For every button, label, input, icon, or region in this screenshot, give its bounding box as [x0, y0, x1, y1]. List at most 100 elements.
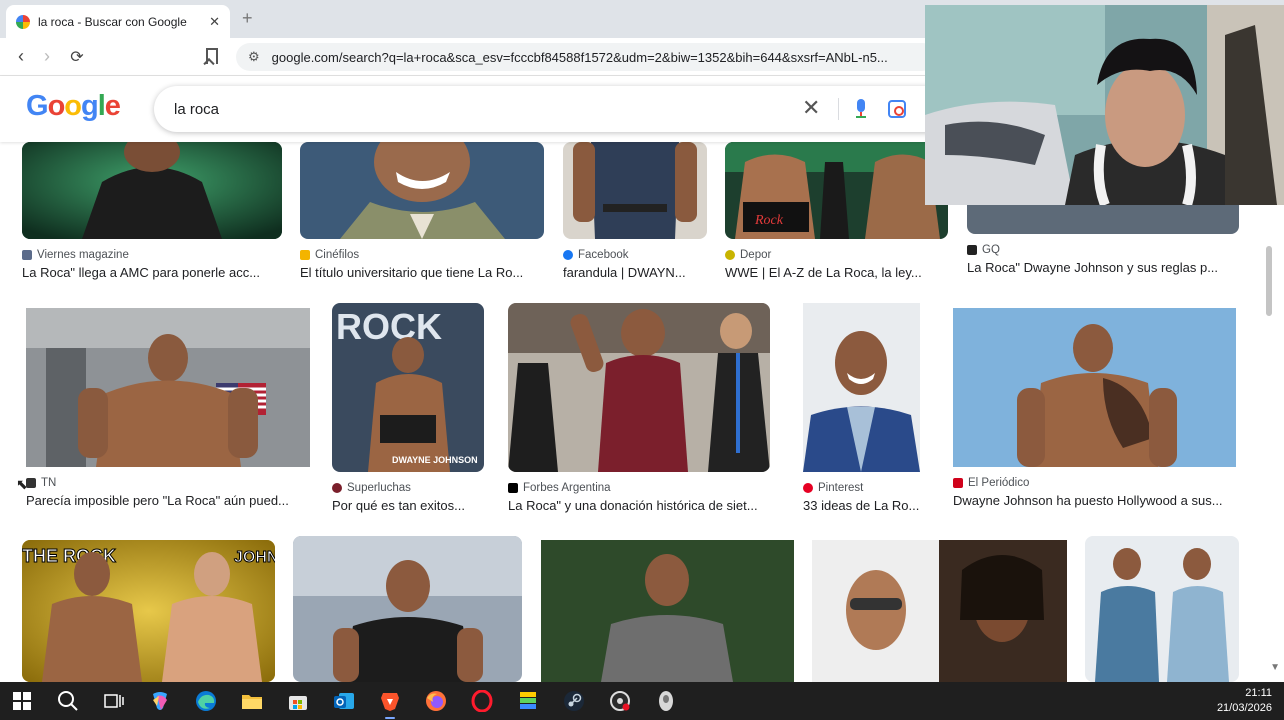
google-lens-icon[interactable]: [888, 100, 906, 118]
brave-browser-icon[interactable]: [376, 687, 404, 719]
result-image[interactable]: [300, 142, 544, 239]
windows-taskbar: 21:11 21/03/2026: [0, 682, 1284, 720]
screen: la roca - Buscar con Google ✕ + ‹ › ⟳ ⚙ …: [0, 0, 1284, 720]
source-favicon-icon: [953, 478, 963, 488]
source-favicon-icon: [300, 250, 310, 260]
scroll-down-arrow-icon[interactable]: ▼: [1270, 662, 1280, 673]
media-app-icon[interactable]: [652, 687, 680, 715]
edge-browser-icon[interactable]: [192, 687, 220, 715]
result-caption[interactable]: El título universitario que tiene La Ro.…: [300, 265, 544, 280]
source-favicon-icon: [563, 250, 573, 260]
image-result[interactable]: Forbes Argentina La Roca" y una donación…: [508, 303, 770, 513]
address-bar[interactable]: ⚙ google.com/search?q=la+roca&sca_esv=fc…: [236, 43, 936, 71]
result-image[interactable]: [803, 303, 920, 472]
dwayne-johnson-text: DWAYNE JOHNSON: [392, 455, 478, 465]
result-source: GQ: [982, 244, 1000, 256]
task-view-icon[interactable]: [100, 687, 128, 715]
search-divider: [838, 98, 839, 120]
clock-date: 21/03/2026: [1216, 702, 1272, 714]
result-caption[interactable]: Dwayne Johnson ha puesto Hollywood a sus…: [953, 493, 1236, 508]
result-source: Viernes magazine: [37, 249, 129, 261]
result-caption[interactable]: La Roca" Dwayne Johnson y sus reglas p..…: [967, 260, 1239, 275]
image-result[interactable]: Cinéfilos El título universitario que ti…: [300, 142, 544, 280]
source-favicon-icon: [508, 483, 518, 493]
image-results-grid: Viernes magazine La Roca" llega a AMC pa…: [0, 142, 1284, 682]
result-image[interactable]: [293, 536, 522, 682]
result-image[interactable]: [22, 142, 282, 239]
john-cena-text: JOHN CENA: [234, 549, 275, 566]
image-result[interactable]: [293, 536, 522, 682]
image-result[interactable]: Pinterest 33 ideas de La Ro...: [803, 303, 920, 513]
image-result[interactable]: Rock Depor WWE | El A-Z de La Roca, la l…: [725, 142, 948, 280]
result-caption[interactable]: Parecía imposible pero "La Roca" aún pue…: [26, 493, 310, 508]
obs-record-icon[interactable]: [606, 687, 634, 715]
search-input[interactable]: [174, 98, 774, 120]
google-favicon-icon: [16, 14, 30, 29]
result-image[interactable]: THE ROCK JOHN CENA: [22, 540, 275, 682]
source-favicon-icon: [803, 483, 813, 493]
image-result[interactable]: El Periódico Dwayne Johnson ha puesto Ho…: [953, 308, 1236, 508]
image-result[interactable]: THE ROCK JOHN CENA: [22, 540, 275, 682]
result-image[interactable]: [812, 540, 1067, 682]
result-caption[interactable]: 33 ideas de La Ro...: [803, 498, 920, 513]
result-image[interactable]: [563, 142, 707, 239]
result-image[interactable]: [1085, 536, 1239, 682]
result-image[interactable]: ROCK DWAYNE JOHNSON: [332, 303, 484, 472]
image-result[interactable]: [812, 540, 1067, 682]
reload-icon[interactable]: ⟳: [66, 47, 88, 67]
result-source: El Periódico: [968, 477, 1030, 489]
image-result[interactable]: [541, 540, 794, 682]
steam-icon[interactable]: [560, 687, 588, 715]
source-favicon-icon: [725, 250, 735, 260]
close-tab-icon[interactable]: ✕: [209, 14, 220, 30]
result-source: Facebook: [578, 249, 629, 261]
result-image[interactable]: [26, 308, 310, 467]
result-image[interactable]: Rock: [725, 142, 948, 239]
result-source: Superluchas: [347, 482, 411, 494]
bluestacks-icon[interactable]: [514, 687, 542, 715]
windows-start-icon[interactable]: [8, 687, 36, 715]
result-caption[interactable]: Por qué es tan exitos...: [332, 498, 484, 513]
image-result[interactable]: Viernes magazine La Roca" llega a AMC pa…: [22, 142, 282, 280]
result-caption[interactable]: farandula | DWAYN...: [563, 265, 707, 280]
opera-icon[interactable]: [468, 687, 496, 715]
back-arrow-icon[interactable]: ‹: [10, 46, 32, 67]
image-result[interactable]: Facebook farandula | DWAYN...: [563, 142, 707, 280]
tab-google-search[interactable]: la roca - Buscar con Google ✕: [6, 5, 230, 38]
result-image[interactable]: [953, 308, 1236, 467]
search-box[interactable]: ✕: [154, 86, 974, 132]
search-icon[interactable]: [54, 687, 82, 715]
result-image[interactable]: [541, 540, 794, 682]
mouse-cursor-icon: ⬉: [16, 476, 28, 492]
result-caption[interactable]: La Roca" y una donación histórica de sie…: [508, 498, 770, 513]
new-tab-button[interactable]: +: [242, 8, 253, 29]
image-result[interactable]: ROCK DWAYNE JOHNSON Superluchas Por qué …: [332, 303, 484, 513]
outlook-icon[interactable]: [330, 687, 358, 715]
image-result[interactable]: TN Parecía imposible pero "La Roca" aún …: [26, 308, 310, 508]
tab-title: la roca - Buscar con Google: [38, 14, 187, 29]
copilot-icon[interactable]: [146, 687, 174, 715]
bookmark-icon[interactable]: [206, 48, 218, 64]
clear-search-icon[interactable]: ✕: [802, 95, 820, 121]
result-caption[interactable]: WWE | El A-Z de La Roca, la ley...: [725, 265, 948, 280]
result-source: Forbes Argentina: [523, 482, 611, 494]
forward-arrow-icon[interactable]: ›: [36, 46, 58, 67]
firefox-icon[interactable]: [422, 687, 450, 715]
rock-cover-text: ROCK: [336, 306, 442, 347]
image-result[interactable]: [1085, 536, 1239, 682]
microphone-icon[interactable]: [854, 99, 868, 119]
system-clock[interactable]: 21:11 21/03/2026: [1217, 686, 1272, 716]
site-settings-icon[interactable]: ⚙: [248, 49, 260, 65]
microsoft-store-icon[interactable]: [284, 687, 312, 715]
belt-rock-text: Rock: [754, 213, 784, 228]
result-source: Depor: [740, 249, 772, 261]
result-image[interactable]: [508, 303, 770, 472]
page-scrollbar[interactable]: [1266, 246, 1272, 316]
address-text: google.com/search?q=la+roca&sca_esv=fccc…: [271, 49, 888, 65]
source-favicon-icon: [332, 483, 342, 493]
clock-time: 21:11: [1245, 687, 1272, 699]
result-source: TN: [41, 477, 57, 489]
file-explorer-icon[interactable]: [238, 687, 266, 715]
google-logo[interactable]: Google: [26, 90, 121, 123]
result-caption[interactable]: La Roca" llega a AMC para ponerle acc...: [22, 265, 282, 280]
